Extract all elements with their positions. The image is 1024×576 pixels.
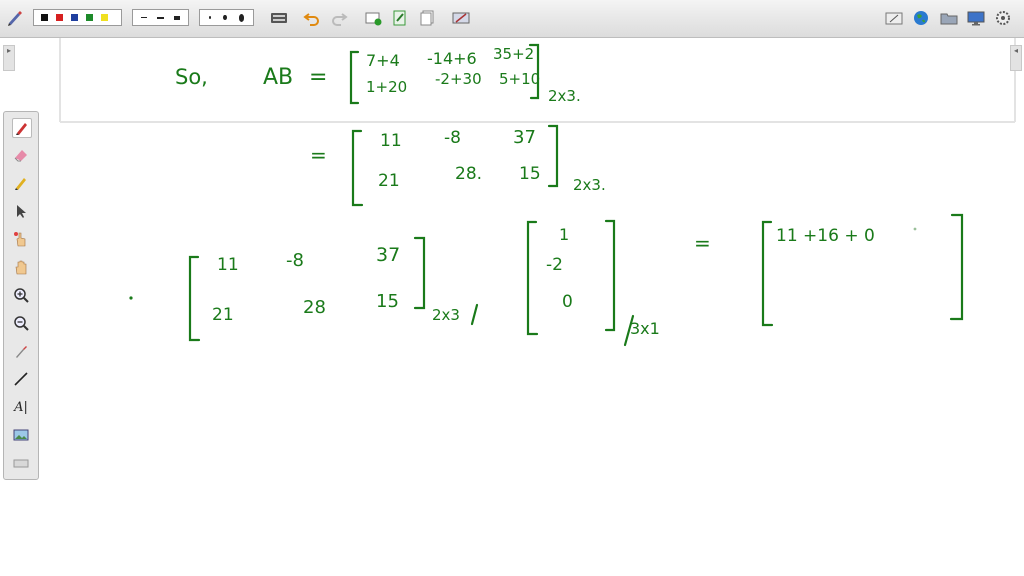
line-width-group [199, 9, 254, 26]
dimension-label-1: 2x3. [548, 87, 581, 105]
cell-r2c2: -2+30 [435, 70, 482, 88]
dimension-label-2: 2x3. [573, 176, 606, 194]
keyboard-icon[interactable] [270, 8, 288, 28]
color-yellow-swatch[interactable] [101, 14, 108, 21]
color-red-swatch[interactable] [56, 14, 63, 21]
redo-icon[interactable] [330, 8, 348, 28]
vector-r1: 1 [559, 225, 569, 244]
folder-icon[interactable] [939, 8, 959, 28]
dimension-label-4: 3x1 [630, 319, 660, 338]
pages-icon[interactable] [418, 8, 436, 28]
cell-r1c1: 7+4 [366, 51, 400, 70]
color-blue-swatch[interactable] [71, 14, 78, 21]
color-palette [33, 9, 122, 26]
whiteboard-canvas[interactable]: So, AB = 7+4 -14+6 35+2 1+20 -2+30 5+10 … [0, 38, 1024, 576]
cell-m1c2: -8 [286, 250, 304, 271]
eyedropper-icon[interactable] [12, 342, 30, 360]
cell-r3c1: 11 [380, 131, 402, 151]
new-page-icon[interactable] [364, 8, 382, 28]
cell-r2c3: 5+10 [499, 70, 540, 88]
result-expression: 11 +16 + 0 [776, 226, 875, 246]
cell-r4c3: 15 [519, 164, 541, 184]
cell-r4c1: 21 [378, 171, 400, 191]
ink-dot [913, 227, 917, 231]
side-tool-panel: A| [3, 111, 39, 480]
cell-m2c1: 21 [212, 305, 234, 325]
text-equals-1: = [309, 65, 327, 90]
line-width-large-option[interactable] [238, 13, 244, 22]
cell-m2c3: 15 [376, 291, 399, 312]
cell-r1c2: -14+6 [427, 49, 477, 68]
settings-gear-icon[interactable] [993, 8, 1013, 28]
dimension-label-3: 2x3 [432, 306, 460, 324]
ink-dot [129, 296, 133, 300]
cell-m1c3: 37 [376, 244, 400, 266]
text-equals-3: = [694, 231, 711, 255]
line-width-small-option[interactable] [209, 16, 212, 19]
line-style-medium-option[interactable] [157, 16, 164, 19]
cell-r3c3: 37 [513, 127, 536, 148]
color-black-swatch[interactable] [41, 14, 48, 21]
pan-hand-icon[interactable] [12, 258, 30, 276]
shape-tool-icon[interactable] [12, 454, 30, 472]
text-tool-icon[interactable]: A| [12, 398, 30, 416]
cell-r3c2: -8 [444, 128, 461, 148]
line-style-thick-option[interactable] [173, 15, 180, 20]
text-so: So, [175, 65, 208, 89]
cell-r2c1: 1+20 [366, 78, 407, 96]
line-style-group [132, 9, 189, 26]
line-tool-icon[interactable] [12, 370, 30, 388]
line-width-medium-option[interactable] [223, 15, 227, 20]
screen-capture-icon[interactable] [452, 8, 470, 28]
cell-m2c2: 28 [303, 297, 326, 318]
zoom-out-icon[interactable] [12, 314, 30, 332]
top-toolbar [0, 0, 1024, 38]
cell-r4c2: 28. [455, 164, 482, 184]
text-ab: AB [263, 65, 293, 90]
left-panel-handle[interactable]: ▸ [3, 45, 15, 71]
line-style-thin-option[interactable] [141, 17, 148, 18]
vector-r2: -2 [546, 255, 563, 275]
zoom-in-icon[interactable] [12, 286, 30, 304]
undo-icon[interactable] [303, 8, 321, 28]
pen-tool-icon[interactable] [12, 118, 32, 138]
text-equals-2: = [310, 143, 327, 167]
right-panel-handle[interactable]: ◂ [1010, 45, 1022, 71]
handwriting-text: So, AB = 7+4 -14+6 35+2 1+20 -2+30 5+10 … [175, 45, 875, 338]
cell-m1c1: 11 [217, 255, 239, 275]
cell-r1c3: 35+2 [493, 45, 534, 63]
pen-settings-icon[interactable] [6, 8, 24, 28]
vector-r3: 0 [562, 292, 573, 312]
eraser-tool-icon[interactable] [12, 146, 30, 164]
arrow-left-icon: ◂ [1013, 46, 1018, 55]
document-edit-icon[interactable] [391, 8, 409, 28]
whiteboard-icon[interactable] [885, 8, 903, 28]
color-green-swatch[interactable] [86, 14, 93, 21]
highlighter-tool-icon[interactable] [12, 174, 30, 192]
laser-hand-icon[interactable] [12, 230, 30, 248]
monitor-icon[interactable] [966, 8, 986, 28]
image-tool-icon[interactable] [12, 426, 30, 444]
globe-icon[interactable] [911, 8, 931, 28]
pointer-arrow-icon[interactable] [12, 202, 30, 220]
arrow-right-icon: ▸ [6, 46, 11, 55]
